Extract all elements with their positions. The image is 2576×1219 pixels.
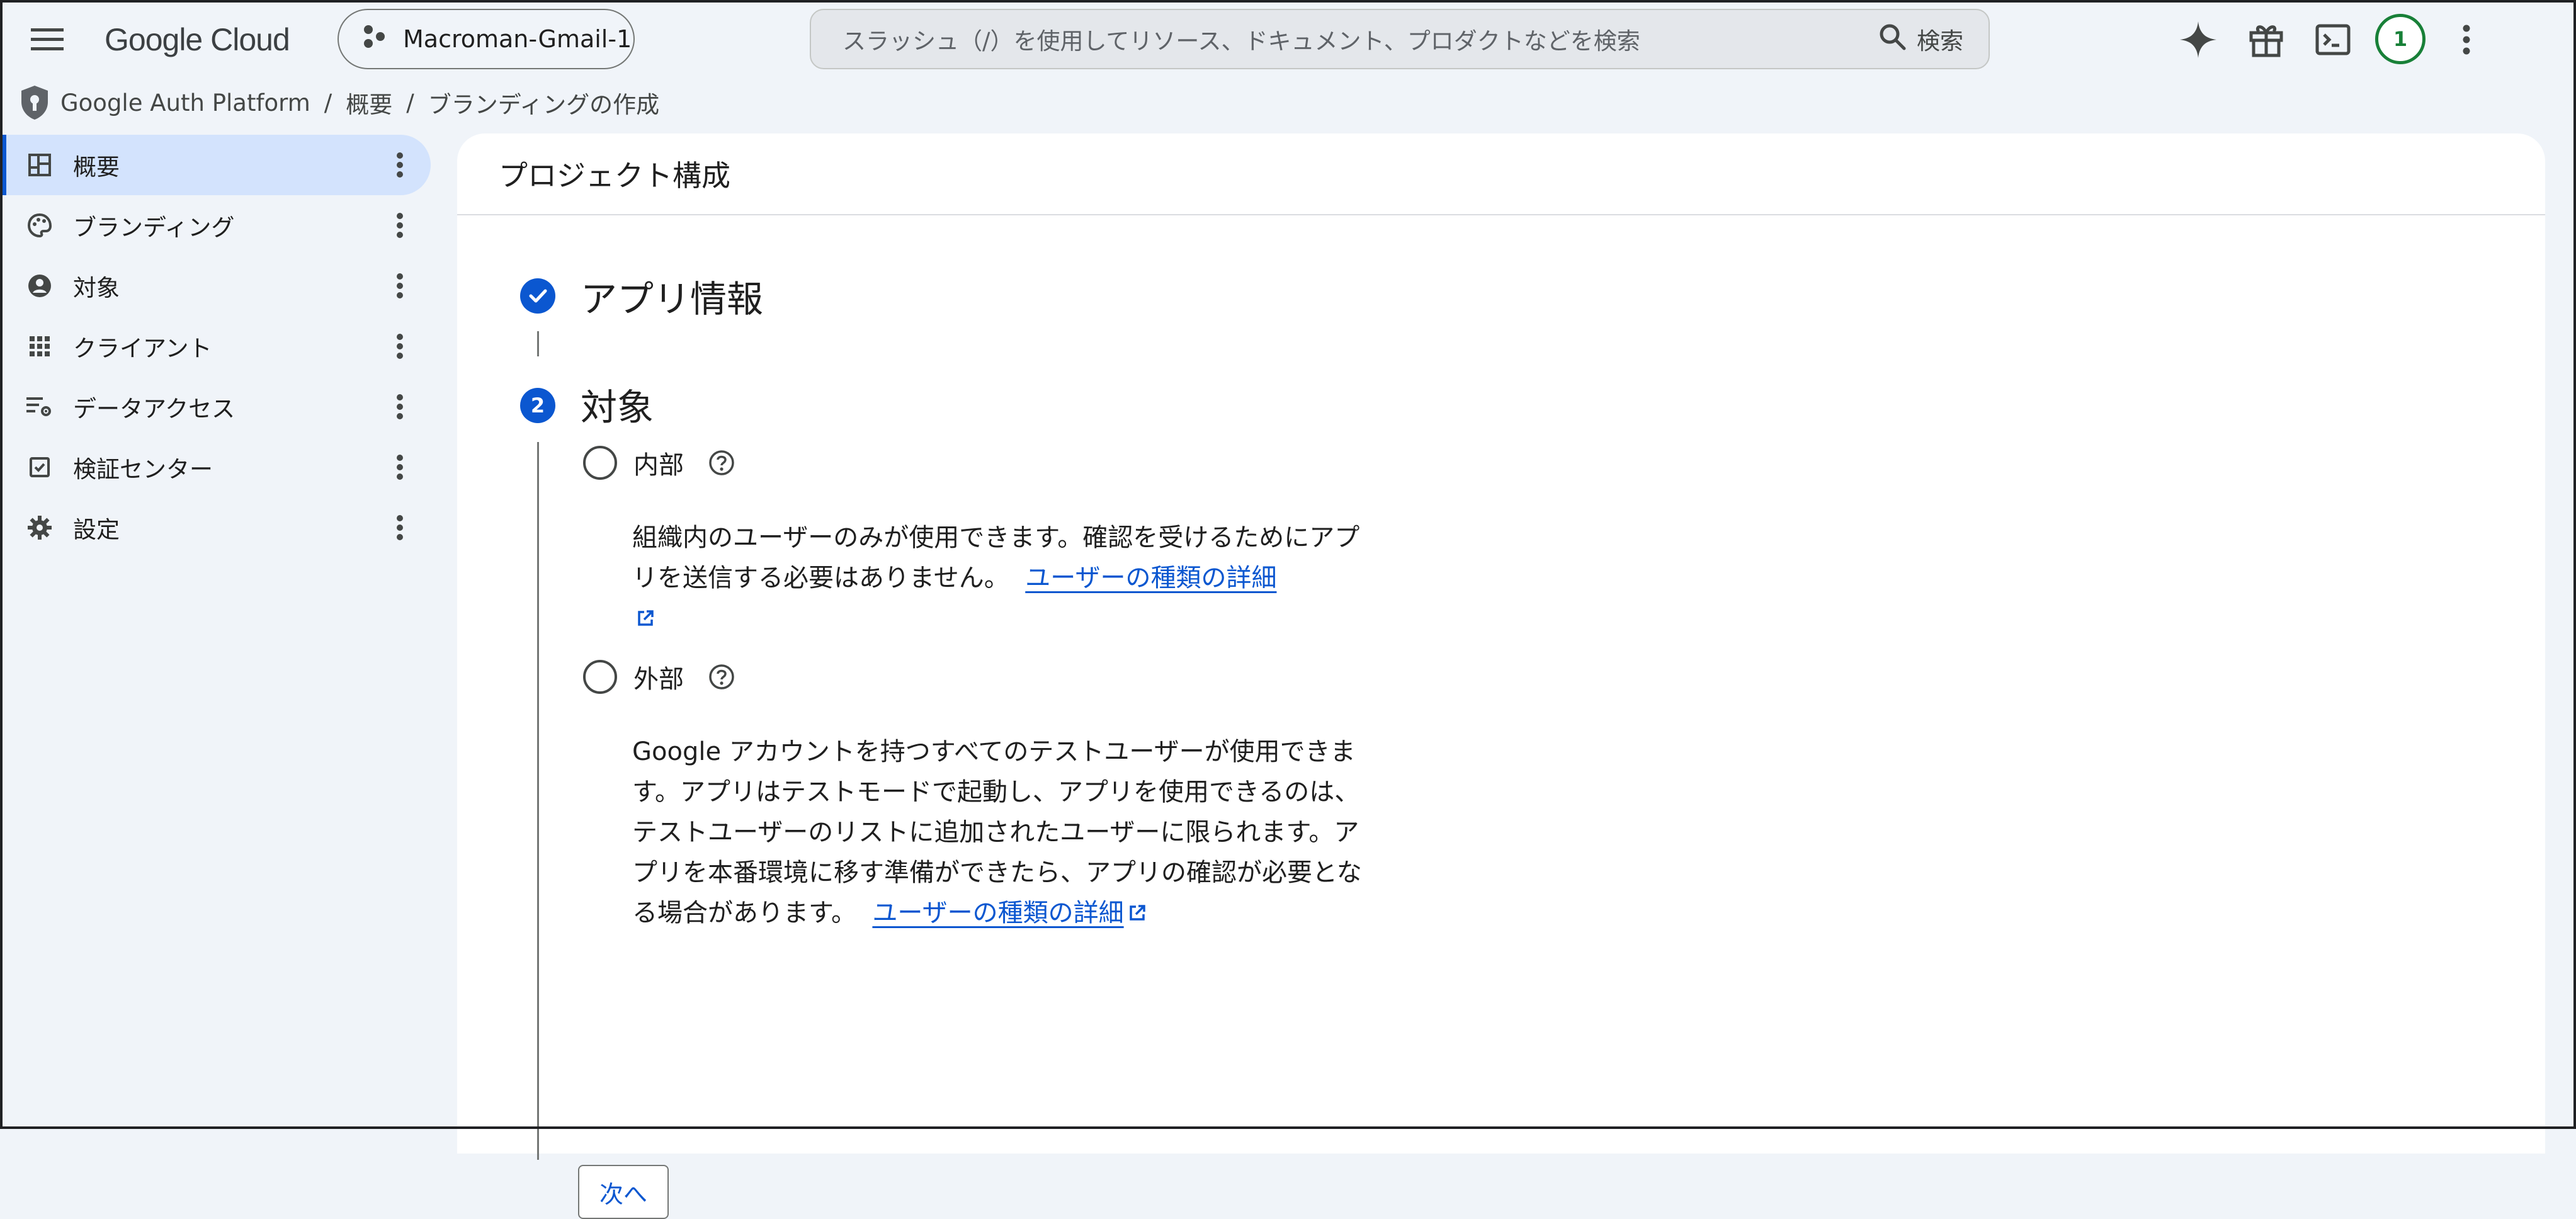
- breadcrumb-root[interactable]: Google Auth Platform: [60, 89, 310, 116]
- breadcrumb: Google Auth Platform / 概要 / ブランディングの作成: [19, 82, 659, 123]
- project-selector[interactable]: Macroman-Gmail-1: [338, 9, 635, 69]
- gift-icon[interactable]: [2243, 16, 2289, 63]
- breadcrumb-item-overview[interactable]: 概要: [346, 86, 392, 120]
- notification-count: 1: [2393, 27, 2408, 51]
- open-in-new-icon[interactable]: [1128, 894, 1147, 934]
- project-nodes-icon: [361, 24, 387, 55]
- external-description: Google アカウントを持つすべてのテストユーザーが使用できます。アプリはテス…: [632, 732, 1382, 934]
- user-type-details-link[interactable]: ユーザーの種類の詳細: [1025, 564, 1276, 592]
- cloud-shell-terminal-icon[interactable]: [2310, 16, 2356, 63]
- next-button[interactable]: 次へ: [578, 1165, 669, 1219]
- page-title: プロジェクト構成: [457, 133, 2545, 215]
- sidebar-item-verification-center[interactable]: 検証センター: [3, 437, 431, 497]
- sidebar-item-audience[interactable]: 対象: [3, 256, 431, 316]
- account-avatar[interactable]: 1: [2375, 14, 2426, 64]
- radio-option-internal[interactable]: 内部: [583, 445, 735, 481]
- verification-checkbox-icon: [25, 453, 54, 482]
- search-icon: [1878, 22, 1907, 57]
- step-number-badge: 2: [520, 388, 555, 423]
- sidebar-item-label: 対象: [73, 275, 120, 302]
- sidebar-item-branding[interactable]: ブランディング: [3, 195, 431, 256]
- main-card: プロジェクト構成 アプリ情報 2 対象 内部 組織内のユーザーのみが使用できます…: [457, 133, 2545, 1219]
- dashboard-icon: [25, 150, 54, 179]
- step-connector: [537, 442, 539, 1160]
- step-connector: [537, 331, 539, 356]
- breadcrumb-item-current: ブランディングの作成: [428, 91, 660, 118]
- sidebar-item-label: 検証センター: [73, 456, 213, 483]
- more-vert-icon[interactable]: [384, 330, 416, 363]
- sidebar-item-label: データアクセス: [73, 395, 235, 422]
- sidebar-item-clients[interactable]: クライアント: [3, 316, 431, 377]
- sidebar-item-overview[interactable]: 概要: [3, 135, 431, 195]
- data-settings-icon: [25, 392, 54, 421]
- internal-description: 組織内のユーザーのみが使用できます。確認を受けるためにアプリを送信する必要はあり…: [632, 518, 1382, 640]
- more-vert-icon[interactable]: [384, 390, 416, 423]
- sidebar-item-label: ブランディング: [73, 214, 235, 241]
- radio-internal[interactable]: [583, 446, 617, 480]
- radio-option-external[interactable]: 外部: [583, 659, 735, 695]
- more-vert-icon[interactable]: [384, 269, 416, 302]
- project-name: Macroman-Gmail-1: [403, 25, 632, 53]
- shield-lock-icon: [19, 84, 50, 121]
- more-vert-icon[interactable]: [384, 209, 416, 242]
- sidebar-item-settings[interactable]: 設定: [3, 497, 431, 558]
- palette-icon: [25, 211, 54, 240]
- account-circle-icon: [25, 271, 54, 300]
- search-button-label: 検索: [1917, 28, 1963, 55]
- gemini-sparkle-icon[interactable]: [2175, 16, 2221, 63]
- radio-internal-label: 内部: [633, 451, 684, 480]
- help-icon[interactable]: [708, 663, 735, 691]
- more-vert-icon[interactable]: [2443, 16, 2490, 63]
- gear-icon: [25, 513, 54, 542]
- apps-grid-icon: [25, 332, 54, 361]
- sidebar-item-label: クライアント: [73, 335, 212, 362]
- help-icon[interactable]: [708, 449, 735, 477]
- radio-external-label: 外部: [633, 665, 684, 694]
- hamburger-menu-icon[interactable]: [25, 19, 69, 60]
- search-button[interactable]: 検索: [1878, 10, 1963, 68]
- sidebar-item-label: 概要: [73, 154, 120, 181]
- step-app-info-title[interactable]: アプリ情報: [581, 269, 763, 322]
- sidebar-nav: 概要 ブランディング 対象 クライアント データアクセス 検証センター 設定: [3, 135, 431, 558]
- top-bar: Google Cloud Macroman-Gmail-1 スラッシュ（/）を使…: [0, 0, 2576, 79]
- radio-external[interactable]: [583, 660, 617, 694]
- breadcrumb-separator: /: [324, 89, 332, 116]
- step-audience-title: 対象: [581, 386, 654, 429]
- open-in-new-icon[interactable]: [636, 599, 655, 640]
- more-vert-icon[interactable]: [384, 451, 416, 484]
- google-cloud-logo[interactable]: Google Cloud: [105, 18, 290, 62]
- step-complete-check-icon: [520, 278, 555, 314]
- more-vert-icon[interactable]: [384, 149, 416, 181]
- search-placeholder: スラッシュ（/）を使用してリソース、ドキュメント、プロダクトなどを検索: [843, 28, 1640, 55]
- breadcrumb-separator: /: [406, 89, 414, 116]
- sidebar-item-label: 設定: [73, 516, 120, 543]
- user-type-details-link[interactable]: ユーザーの種類の詳細: [872, 899, 1123, 927]
- more-vert-icon[interactable]: [384, 511, 416, 544]
- sidebar-item-data-access[interactable]: データアクセス: [3, 377, 431, 437]
- search-input[interactable]: スラッシュ（/）を使用してリソース、ドキュメント、プロダクトなどを検索 検索: [810, 9, 1990, 69]
